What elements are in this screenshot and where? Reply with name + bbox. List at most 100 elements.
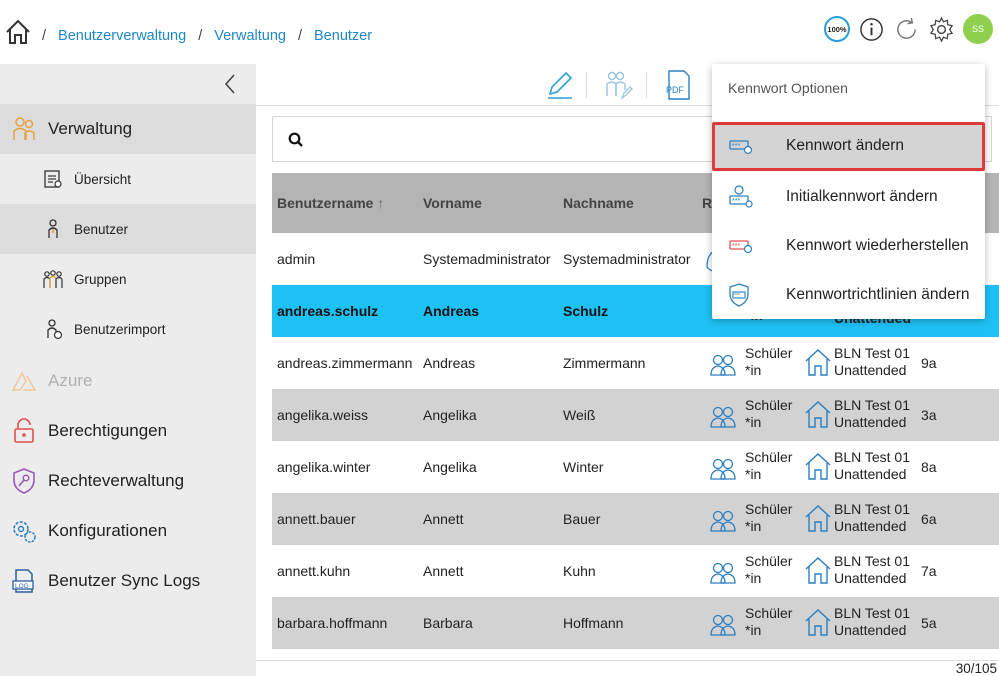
search-icon bbox=[288, 132, 303, 147]
cell-group-name: BLN Test 01 bbox=[834, 501, 911, 517]
cell-role: Schüler *in bbox=[745, 397, 793, 430]
cell-last-name: Schulz bbox=[563, 303, 609, 319]
menu-item-initialkennwort-aendern[interactable]: *** Initialkennwort ändern bbox=[712, 173, 985, 222]
sidebar-item-uebersicht[interactable]: Übersicht bbox=[0, 154, 256, 204]
breadcrumb-benutzer[interactable]: Benutzer bbox=[314, 28, 372, 44]
student-role-icon bbox=[710, 354, 736, 376]
cell-group-name: BLN Test 01 bbox=[834, 345, 911, 361]
cell-group-type: Unattended bbox=[834, 414, 907, 430]
refresh-icon[interactable] bbox=[893, 16, 920, 43]
cell-first-name: Andreas bbox=[423, 303, 480, 319]
cell-group-name: BLN Test 01 bbox=[834, 605, 911, 621]
student-role-icon bbox=[710, 458, 736, 480]
cell-group: BLN Test 01 Unattended bbox=[834, 605, 910, 639]
cell-last-name: Zimmermann bbox=[563, 355, 646, 371]
password-restore-icon: *** bbox=[729, 240, 753, 254]
password-policy-icon: *** bbox=[729, 283, 749, 307]
menu-item-kennwort-wiederherstellen[interactable]: *** Kennwort wiederherstellen bbox=[712, 222, 985, 271]
cell-class: 7a bbox=[921, 563, 937, 579]
sidebar-group-berechtigungen[interactable]: Berechtigungen bbox=[0, 406, 256, 456]
footer-divider bbox=[256, 660, 999, 661]
gear-icon[interactable] bbox=[928, 16, 955, 43]
breadcrumb: / Benutzerverwaltung / Verwaltung / Benu… bbox=[42, 28, 384, 44]
cell-username: andreas.schulz bbox=[277, 303, 379, 319]
password-options-menu: Kennwort Optionen *** Kennwort ändern **… bbox=[712, 64, 985, 319]
home-icon[interactable] bbox=[4, 18, 32, 46]
sidebar-item-label: Übersicht bbox=[74, 171, 132, 187]
cell-last-name: Kuhn bbox=[563, 563, 596, 579]
chevron-left-icon[interactable] bbox=[222, 72, 238, 96]
cell-group-name: BLN Test 01 bbox=[834, 397, 911, 413]
table-row[interactable]: annett.bauer Annett Bauer Schüler *in BLN Te… bbox=[272, 493, 999, 545]
toolbar-divider bbox=[646, 72, 647, 98]
user-edit-icon[interactable] bbox=[600, 68, 634, 102]
sidebar-group-verwaltung[interactable]: Verwaltung bbox=[0, 104, 256, 154]
sidebar-item-label: Benutzer bbox=[74, 221, 129, 237]
cell-first-name: Annett bbox=[423, 511, 464, 527]
cell-last-name: Bauer bbox=[563, 511, 601, 527]
breadcrumb-benutzerverwaltung[interactable]: Benutzerverwaltung bbox=[58, 28, 186, 44]
cell-group-name: BLN Test 01 bbox=[834, 449, 911, 465]
cell-first-name: Angelika bbox=[423, 407, 477, 423]
column-header-nachname[interactable]: Nachname bbox=[563, 195, 634, 211]
cell-first-name: Annett bbox=[423, 563, 464, 579]
cell-group-type: Unattended bbox=[834, 570, 907, 586]
cell-class: 8a bbox=[921, 459, 937, 475]
school-house-icon bbox=[805, 609, 831, 636]
menu-item-label: Kennwortrichtlinien ändern bbox=[786, 286, 970, 303]
user-icon bbox=[48, 219, 58, 238]
log-icon: LOG bbox=[12, 569, 34, 593]
cell-class: 9a bbox=[921, 355, 937, 371]
school-house-icon bbox=[805, 401, 831, 428]
table-row[interactable]: angelika.weiss Angelika Weiß Schüler *in BLN… bbox=[272, 389, 999, 441]
pdf-icon-label: PDF bbox=[666, 85, 685, 95]
app-header: / Benutzerverwaltung / Verwaltung / Benu… bbox=[0, 0, 999, 64]
sidebar-group-label: Berechtigungen bbox=[48, 421, 168, 440]
sidebar-item-benutzer[interactable]: Benutzer bbox=[0, 204, 256, 254]
column-header-benutzername[interactable]: Benutzername ↑ bbox=[277, 195, 384, 211]
sidebar-item-gruppen[interactable]: Gruppen bbox=[0, 254, 256, 304]
school-house-icon bbox=[805, 557, 831, 584]
breadcrumb-verwaltung[interactable]: Verwaltung bbox=[214, 28, 286, 44]
info-icon[interactable] bbox=[858, 16, 885, 43]
sidebar-item-benutzerimport[interactable]: Benutzerimport bbox=[0, 304, 256, 354]
sidebar-group-label: Konfigurationen bbox=[48, 521, 168, 540]
sidebar-group-konfigurationen[interactable]: Konfigurationen bbox=[0, 506, 256, 556]
pdf-icon[interactable]: PDF bbox=[662, 68, 696, 102]
column-header-label: Benutzername bbox=[277, 195, 374, 211]
sidebar-group-rechteverwaltung[interactable]: Rechteverwaltung bbox=[0, 456, 256, 506]
table-row[interactable]: barbara.hoffmann Barbara Hoffmann Schüler *… bbox=[272, 597, 999, 649]
header-actions: 100% SS bbox=[824, 14, 993, 44]
overview-icon bbox=[44, 170, 62, 188]
school-house-icon bbox=[805, 505, 831, 532]
menu-item-kennwort-aendern[interactable]: *** Kennwort ändern bbox=[712, 122, 985, 171]
table-row[interactable]: annett.kuhn Annett Kuhn Schüler *in BLN Test… bbox=[272, 545, 999, 597]
menu-item-kennwortrichtlinien-aendern[interactable]: *** Kennwortrichtlinien ändern bbox=[712, 271, 985, 320]
table-row[interactable]: andreas.zimmermann Andreas Zimmermann Schül… bbox=[272, 337, 999, 389]
group-icon bbox=[43, 270, 63, 288]
cell-role: Schüler *in bbox=[745, 449, 793, 482]
column-header-vorname[interactable]: Vorname bbox=[423, 195, 482, 211]
cell-first-name: Systemadministrator bbox=[423, 251, 551, 267]
school-house-icon bbox=[805, 453, 831, 480]
avatar[interactable]: SS bbox=[963, 14, 993, 44]
zoom-level-badge[interactable]: 100% bbox=[824, 16, 850, 42]
cell-first-name: Barbara bbox=[423, 615, 473, 631]
sidebar-group-azure[interactable]: Azure bbox=[0, 356, 256, 406]
sidebar-group-label: Azure bbox=[48, 371, 93, 390]
cell-username: angelika.winter bbox=[277, 459, 371, 475]
sidebar-group-label: Rechteverwaltung bbox=[48, 471, 185, 490]
table-row[interactable]: angelika.winter Angelika Winter Schüler *in… bbox=[272, 441, 999, 493]
sidebar-group-benutzer-sync-logs[interactable]: LOG Benutzer Sync Logs bbox=[0, 556, 256, 606]
cell-last-name: Hoffmann bbox=[563, 615, 624, 631]
pagination-count: 30/105 bbox=[955, 661, 997, 676]
student-role-icon bbox=[710, 510, 736, 532]
cell-first-name: Andreas bbox=[423, 355, 476, 371]
cell-group: BLN Test 01 Unattended bbox=[834, 345, 910, 379]
menu-item-label: Kennwort ändern bbox=[786, 137, 905, 154]
svg-text:***: *** bbox=[732, 243, 740, 250]
edit-pencil-icon[interactable] bbox=[542, 68, 576, 102]
column-header-rolle[interactable]: R bbox=[702, 195, 712, 211]
breadcrumb-separator: / bbox=[198, 28, 203, 44]
cell-class: 5a bbox=[921, 615, 937, 631]
